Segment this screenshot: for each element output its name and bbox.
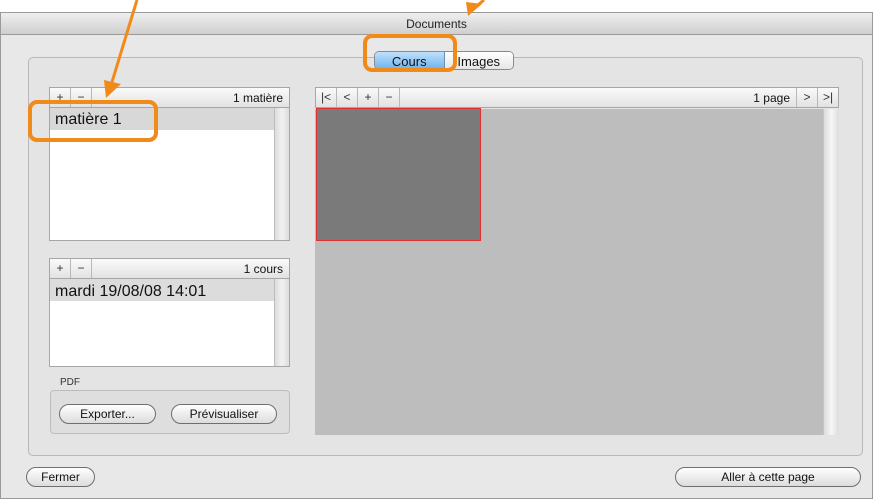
export-button[interactable]: Exporter... — [59, 404, 156, 424]
pages-toolbar: |< < + − 1 page > >| — [315, 87, 839, 108]
go-to-page-button[interactable]: Aller à cette page — [675, 467, 861, 487]
add-course-button[interactable]: + — [50, 259, 71, 278]
preview-scrollbar[interactable] — [823, 109, 839, 435]
subject-highlight-annotation — [28, 100, 158, 142]
pages-count: 1 page — [753, 90, 790, 105]
courses-toolbar: + − 1 cours — [49, 258, 290, 279]
courses-count: 1 cours — [243, 261, 283, 276]
last-page-button[interactable]: >| — [817, 88, 838, 107]
add-page-button[interactable]: + — [358, 88, 379, 107]
courses-list[interactable]: mardi 19/08/08 14:01 — [49, 279, 290, 367]
course-item[interactable]: mardi 19/08/08 14:01 — [55, 283, 206, 301]
window-title: Documents — [1, 13, 872, 35]
remove-course-button[interactable]: − — [71, 259, 92, 278]
pdf-label: PDF — [60, 377, 80, 388]
close-button[interactable]: Fermer — [26, 467, 95, 487]
page-thumbnail[interactable] — [316, 108, 481, 241]
tab-highlight-annotation — [363, 34, 457, 72]
courses-scrollbar[interactable] — [274, 279, 289, 366]
preview-button[interactable]: Prévisualiser — [171, 404, 277, 424]
subjects-scrollbar[interactable] — [274, 108, 289, 240]
previous-page-button[interactable]: < — [337, 88, 358, 107]
remove-page-button[interactable]: − — [379, 88, 400, 107]
next-page-button[interactable]: > — [796, 88, 817, 107]
first-page-button[interactable]: |< — [316, 88, 337, 107]
